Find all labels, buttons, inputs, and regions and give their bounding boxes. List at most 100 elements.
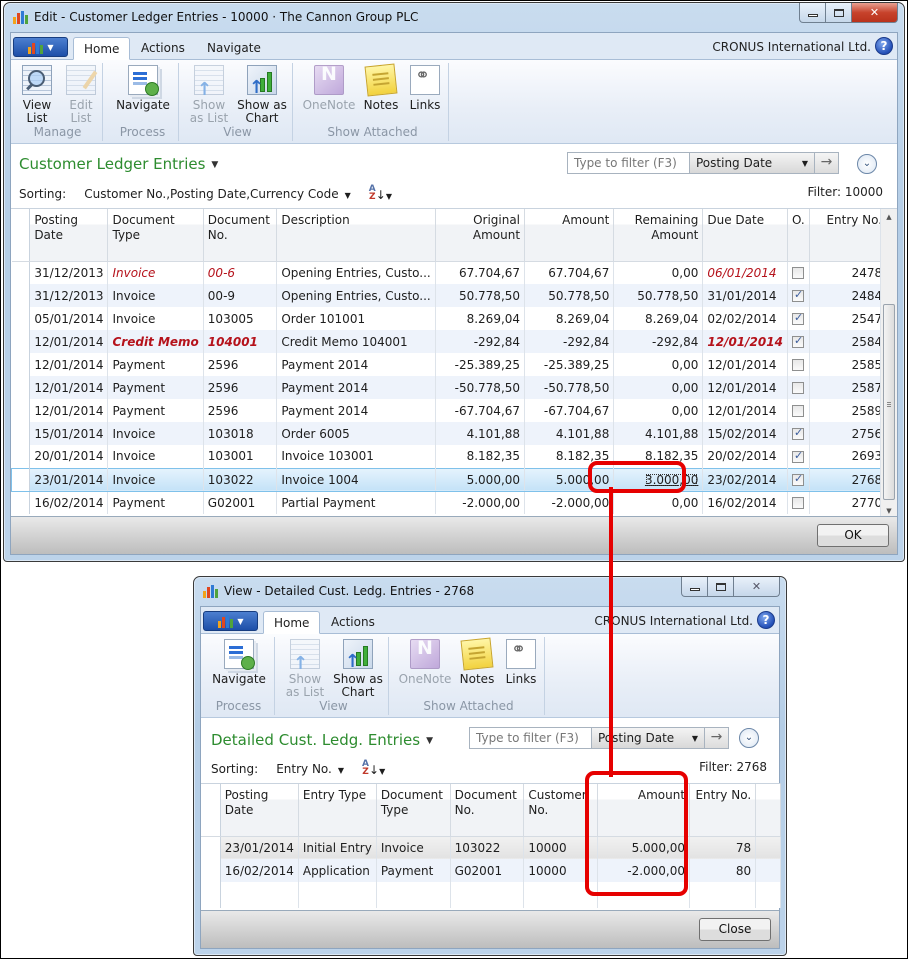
tab-home[interactable]: Home — [73, 37, 131, 60]
row-selector[interactable] — [11, 445, 31, 468]
row-selector[interactable] — [201, 836, 221, 859]
table-row[interactable]: 12/01/2014 Payment 2596 Payment 2014 -50.778… — [11, 376, 897, 399]
close-window-button[interactable]: ✕ — [852, 3, 898, 23]
table-row[interactable]: 31/12/2013 Invoice 00-6 Opening Entries, Cu… — [11, 261, 897, 284]
row-selector[interactable] — [11, 330, 31, 353]
show-as-list-button[interactable]: Show as List — [187, 63, 231, 125]
row-selector[interactable] — [11, 422, 31, 445]
sorting-select[interactable]: Entry No. ▼ — [276, 762, 344, 776]
close-button[interactable]: Close — [699, 918, 771, 941]
notes-button[interactable]: Notes — [359, 63, 403, 112]
onenote-button[interactable]: OneNote — [397, 637, 453, 686]
open-checkbox[interactable] — [791, 382, 804, 394]
tab-home[interactable]: Home — [263, 611, 321, 634]
column-header-customer-no[interactable]: Customer No. — [523, 784, 598, 837]
column-header-posting-date[interactable]: Posting Date — [220, 784, 299, 837]
table-row[interactable]: 20/01/2014 Invoice 103001 Invoice 103001 8.1… — [11, 445, 897, 468]
vertical-scrollbar[interactable]: ▲ ▼ — [880, 209, 897, 520]
column-header-document-no[interactable]: Document No. — [203, 209, 278, 262]
table-row[interactable]: 16/02/2014 Application Payment G02001 10000-… — [201, 859, 781, 882]
maximize-button[interactable] — [708, 577, 734, 597]
filter-input[interactable]: Type to filter (F3) — [568, 153, 690, 173]
row-selector[interactable] — [11, 491, 31, 514]
open-checkbox[interactable] — [791, 426, 804, 440]
column-header-entry-type[interactable]: Entry Type — [298, 784, 377, 837]
column-header-document-type[interactable]: Document Type — [107, 209, 204, 262]
minimize-button[interactable] — [799, 3, 826, 23]
minimize-button[interactable] — [681, 577, 708, 597]
table-row[interactable]: 23/01/2014 Invoice 103022 Invoice 1004 5.000… — [11, 467, 897, 492]
sorting-select[interactable]: Customer No.,Posting Date,Currency Code ▼ — [84, 187, 351, 201]
links-button[interactable]: Links — [403, 63, 447, 112]
column-header-posting-date[interactable]: Posting Date — [29, 209, 109, 262]
table-row[interactable]: 23/01/2014 Initial Entry Invoice 103022 1000… — [201, 836, 781, 859]
links-button[interactable]: Links — [499, 637, 543, 686]
column-header-document-no[interactable]: Document No. — [450, 784, 525, 837]
edit-list-button[interactable]: Edit List — [59, 63, 103, 125]
ok-button[interactable]: OK — [817, 524, 889, 547]
application-menu-button[interactable]: ▼ — [203, 611, 258, 631]
cell-open[interactable] — [787, 284, 810, 307]
cell-open[interactable] — [787, 422, 810, 445]
row-selector[interactable] — [201, 859, 221, 882]
open-checkbox[interactable] — [791, 497, 804, 510]
show-as-list-button[interactable]: Show as List — [283, 637, 327, 699]
filter-input[interactable]: Type to filter (F3) — [470, 728, 592, 748]
tab-navigate[interactable]: Navigate — [197, 37, 271, 60]
page-title[interactable]: Detailed Cust. Ledg. Entries ▼ — [211, 731, 433, 749]
open-checkbox[interactable] — [791, 359, 804, 371]
row-selector[interactable] — [11, 261, 31, 284]
open-checkbox[interactable] — [791, 311, 804, 325]
apply-filter-button[interactable]: → — [814, 153, 838, 173]
scroll-up-icon[interactable]: ▲ — [881, 209, 897, 226]
view-list-button[interactable]: View List — [15, 63, 59, 125]
sort-order-button[interactable]: A Z↓▼ — [362, 760, 385, 778]
open-checkbox[interactable] — [791, 288, 804, 302]
table-row[interactable]: 16/02/2014 Payment G02001 Partial Payment -2… — [11, 491, 897, 514]
cell-remaining-amount[interactable]: 3.000,00 — [613, 467, 704, 492]
sort-order-button[interactable]: A Z↓▼ — [369, 185, 392, 203]
open-checkbox[interactable] — [791, 472, 804, 486]
row-selector[interactable] — [11, 467, 31, 492]
cell-open[interactable] — [787, 445, 810, 468]
column-header-description[interactable]: Description — [276, 209, 436, 262]
column-header-amount[interactable]: Amount — [524, 209, 615, 262]
notes-button[interactable]: Notes — [455, 637, 499, 686]
column-header-due-date[interactable]: Due Date — [702, 209, 788, 262]
open-checkbox[interactable] — [791, 405, 804, 417]
cell-open[interactable] — [787, 353, 810, 376]
close-window-button[interactable]: ✕ — [734, 577, 780, 597]
column-header-original-amount[interactable]: Original Amount — [435, 209, 526, 262]
cell-open[interactable] — [787, 261, 810, 284]
help-icon[interactable]: ? — [757, 611, 775, 629]
column-header-document-type[interactable]: Document Type — [376, 784, 451, 837]
row-selector[interactable] — [11, 307, 31, 330]
scrollbar-thumb[interactable] — [883, 304, 895, 500]
filter-field-select[interactable]: Posting Date ▼ — [592, 728, 704, 748]
open-checkbox[interactable] — [791, 334, 804, 348]
tab-actions[interactable]: Actions — [131, 37, 195, 60]
help-icon[interactable]: ? — [875, 37, 893, 55]
navigate-button[interactable]: Navigate — [207, 637, 271, 686]
apply-filter-button[interactable]: → — [704, 728, 728, 748]
expand-filter-icon[interactable]: ⌄ — [739, 728, 759, 748]
row-selector[interactable] — [11, 284, 31, 307]
open-checkbox[interactable] — [791, 267, 804, 280]
onenote-button[interactable]: OneNote — [301, 63, 357, 112]
cell-open[interactable] — [787, 491, 810, 514]
maximize-button[interactable] — [826, 3, 852, 23]
table-row[interactable]: 15/01/2014 Invoice 103018 Order 6005 4.101,8… — [11, 422, 897, 445]
row-selector[interactable] — [11, 376, 31, 399]
column-header-entry-no[interactable]: Entry No. — [809, 209, 888, 262]
row-selector[interactable] — [11, 399, 31, 422]
cell-open[interactable] — [787, 399, 810, 422]
remaining-amount-link[interactable]: 3.000,00 — [645, 473, 698, 487]
navigate-button[interactable]: Navigate — [111, 63, 175, 112]
cell-open[interactable] — [787, 307, 810, 330]
tab-actions[interactable]: Actions — [321, 611, 385, 634]
cell-open[interactable] — [787, 376, 810, 399]
cell-open[interactable] — [787, 467, 810, 492]
table-row[interactable]: 12/01/2014 Payment 2596 Payment 2014 -25.389… — [11, 353, 897, 376]
show-as-chart-button[interactable]: Show as Chart — [235, 63, 289, 125]
open-checkbox[interactable] — [791, 449, 804, 463]
